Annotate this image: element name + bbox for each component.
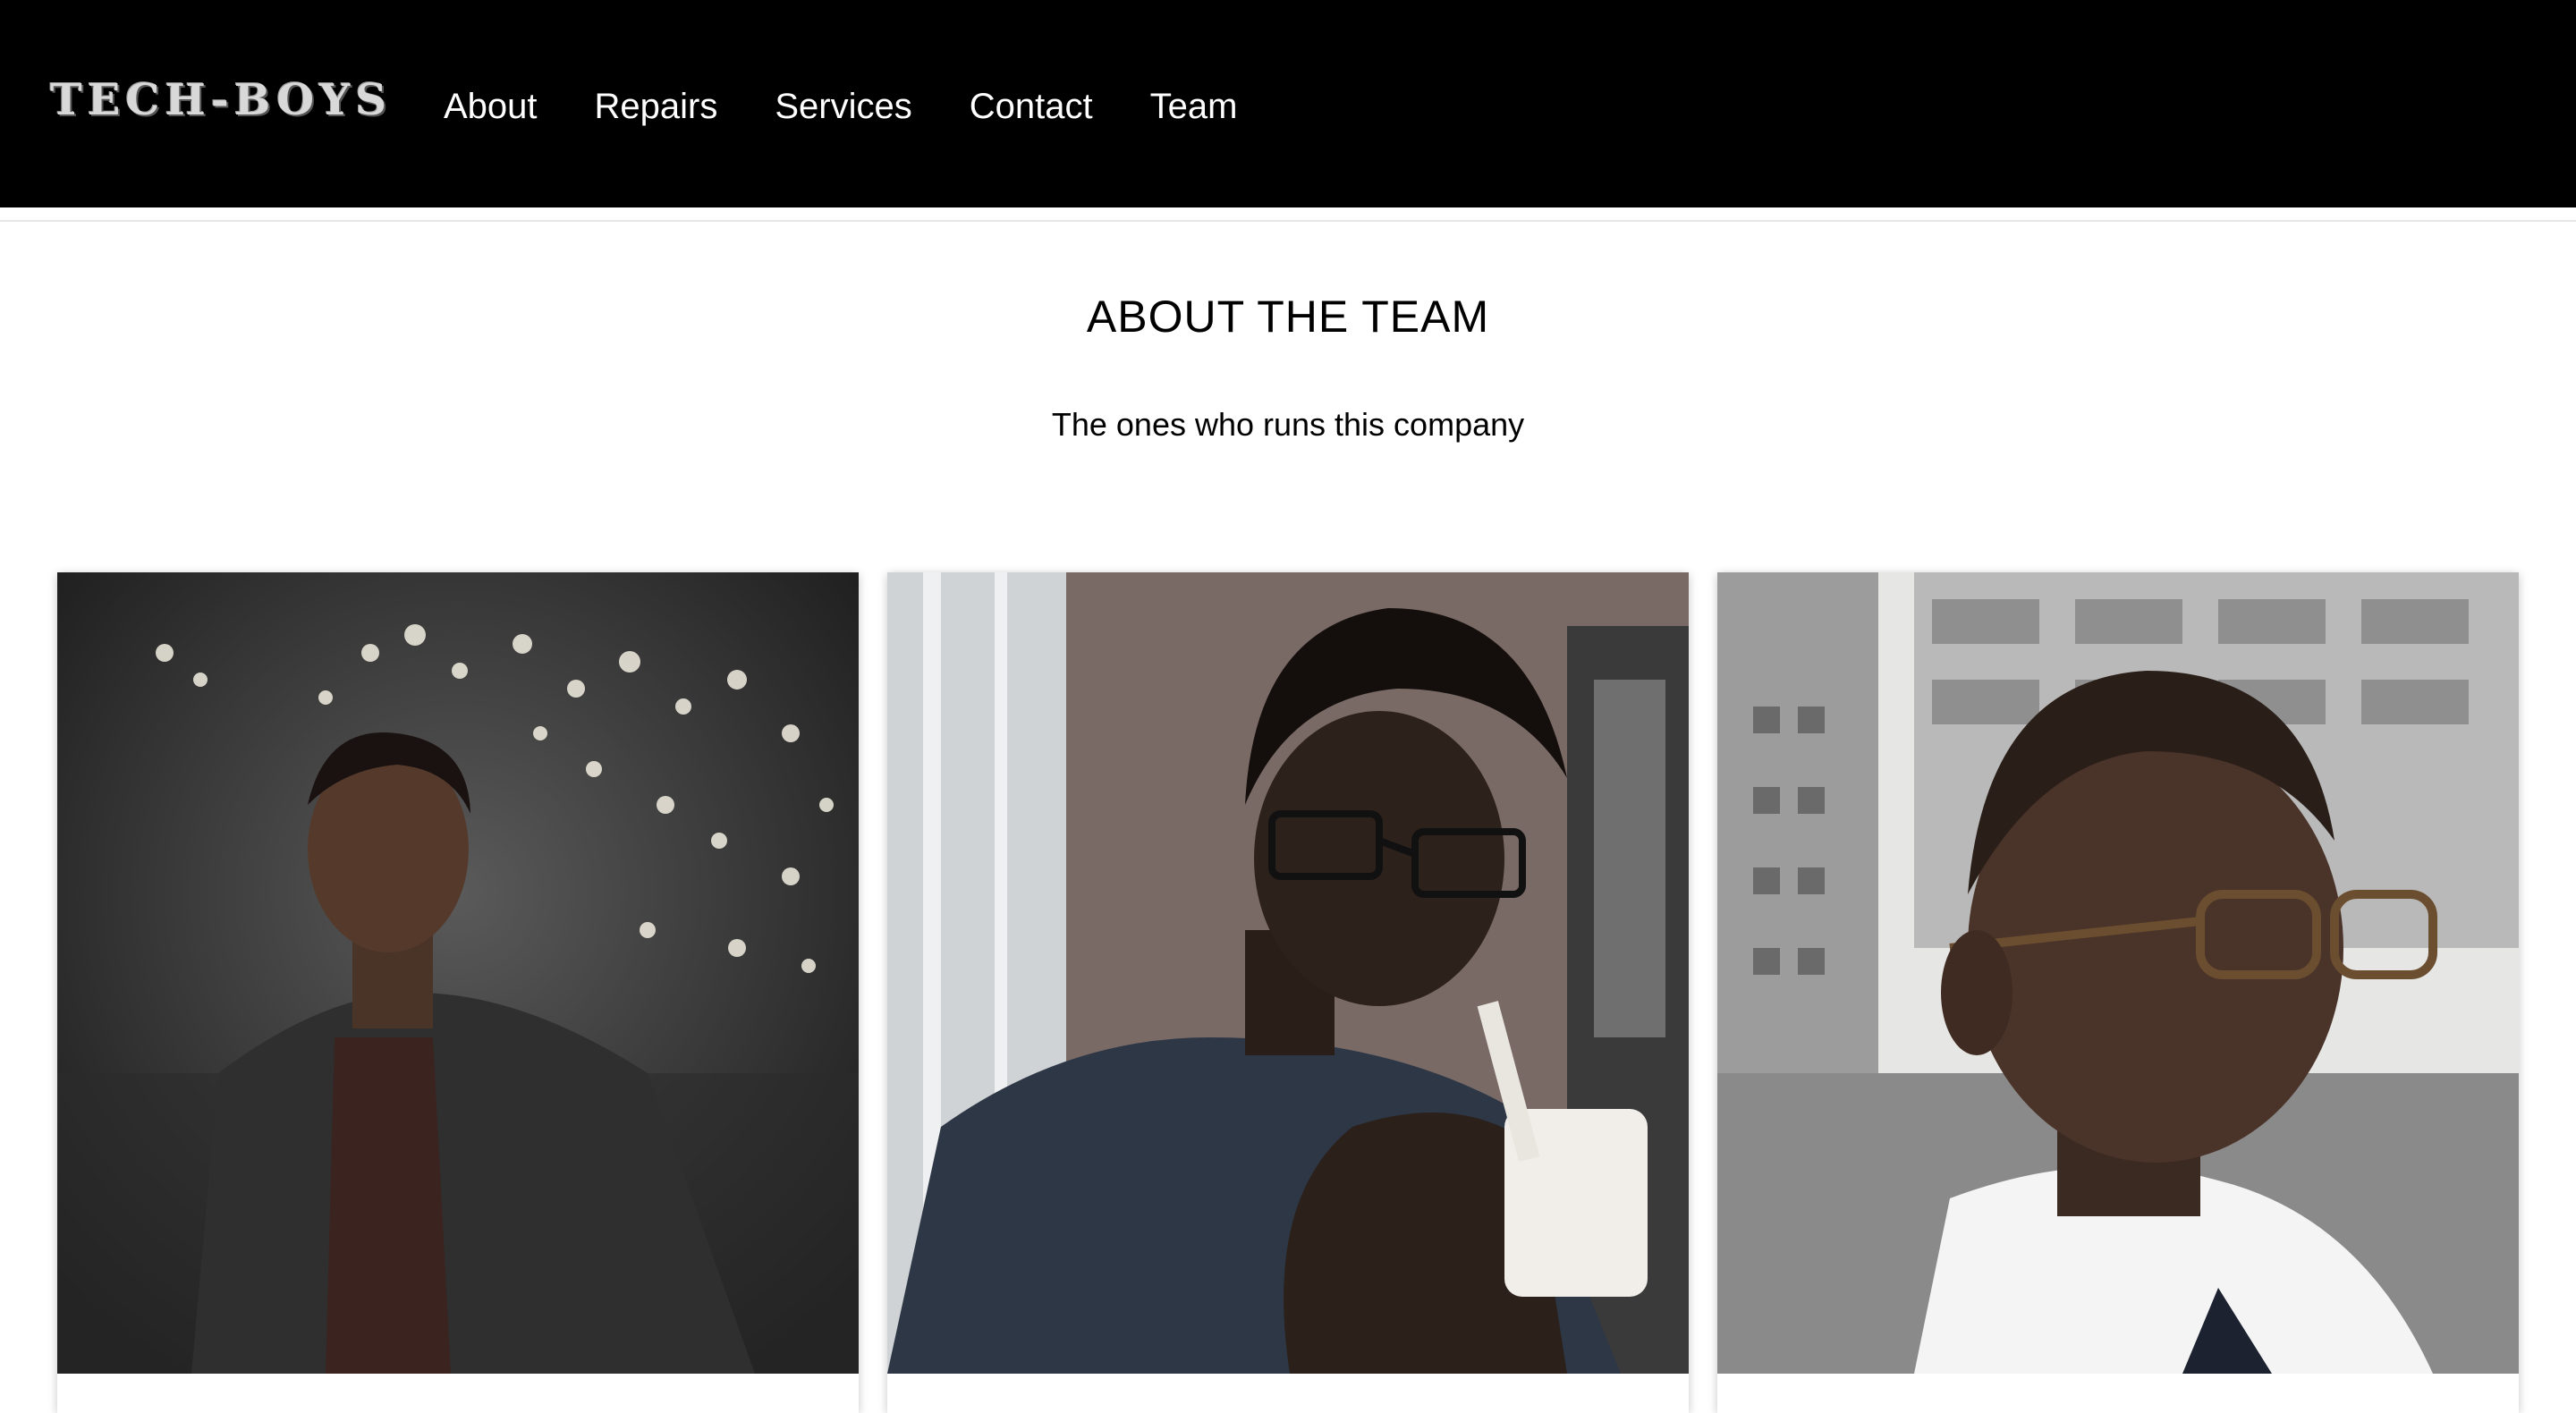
nav-link-services[interactable]: Services [775, 80, 911, 132]
portrait-photo-icon [57, 572, 859, 1374]
team-member-3-photo [1717, 572, 2519, 1374]
team-member-2-photo [887, 572, 1689, 1374]
team-section-subtitle: The ones who runs this company [1051, 406, 1525, 443]
team-card-1 [57, 572, 859, 1413]
nav-link-repairs[interactable]: Repairs [595, 80, 718, 132]
team-member-1-photo [57, 572, 859, 1374]
portrait-photo-icon [887, 572, 1689, 1374]
team-card-2 [887, 572, 1689, 1413]
portrait-photo-icon [1717, 572, 2519, 1374]
nav-link-contact[interactable]: Contact [970, 80, 1093, 132]
main-nav: About Repairs Services Contact Team [444, 80, 1237, 132]
site-logo[interactable]: TECH-BOYS [50, 75, 392, 125]
nav-link-team[interactable]: Team [1150, 80, 1238, 132]
top-navbar: TECH-BOYS About Repairs Services Contact… [0, 0, 2576, 207]
team-card-3 [1717, 572, 2519, 1413]
team-section-title: ABOUT THE TEAM [1086, 292, 1490, 342]
nav-link-about[interactable]: About [444, 80, 538, 132]
header-divider [0, 220, 2576, 222]
